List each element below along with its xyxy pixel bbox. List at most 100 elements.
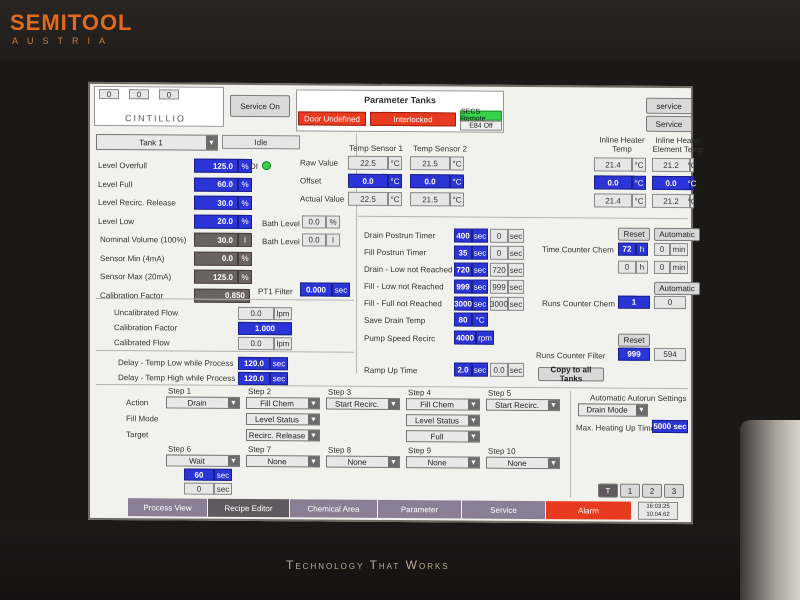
runs-counter-set[interactable]: 1 xyxy=(618,295,650,309)
pager-button[interactable]: T xyxy=(598,483,618,498)
clock-date: 10.04.62 xyxy=(646,511,670,518)
tab-alarm[interactable]: Alarm xyxy=(546,501,632,520)
inline-heater-value: 21.4 xyxy=(594,157,632,172)
level-value[interactable]: 125.0 xyxy=(194,158,238,173)
step-fill-mode-select-value: Level Status xyxy=(254,414,300,424)
runs-filter-set[interactable]: 999 xyxy=(618,347,650,361)
step-row-label-action: Action xyxy=(126,398,149,408)
level-value[interactable]: 30.0 xyxy=(194,195,238,210)
step-action-select[interactable]: None ▼ xyxy=(246,454,320,468)
step-action-select[interactable]: Start Recirc. ▼ xyxy=(486,398,560,412)
temp-sensor-1-value: 22.5 xyxy=(348,191,388,206)
step-action-select[interactable]: Start Recirc. ▼ xyxy=(326,397,400,411)
inline-element-value[interactable]: 0.0 xyxy=(652,175,690,191)
max-heating-value[interactable]: 5000 sec xyxy=(652,419,688,434)
runs-filter-reset-button[interactable]: Reset xyxy=(618,333,650,347)
ramp-up-value[interactable]: 2.0 xyxy=(454,362,472,377)
ramp-up-actual-unit: sec xyxy=(508,362,524,377)
delay-value[interactable]: 120.0 xyxy=(238,356,270,371)
copy-to-all-tanks-button[interactable]: Copy to all Tanks xyxy=(538,365,604,383)
bath-volume-value: 0.0 xyxy=(302,233,326,247)
service-button-2[interactable]: Service xyxy=(646,115,692,133)
tab-recipe-editor[interactable]: Recipe Editor xyxy=(208,498,290,518)
level-value[interactable]: 60.0 xyxy=(194,177,238,192)
flow-value[interactable]: 1.000 xyxy=(238,321,292,336)
chevron-down-icon: ▼ xyxy=(636,404,647,416)
secs-status: SECS Remote xyxy=(460,108,502,123)
service-button-1[interactable]: service xyxy=(646,97,692,115)
step-action-select[interactable]: Drain ▼ xyxy=(166,396,240,409)
hmi-screen: 0 0 0 CINTILLIO Service On Parameter Tan… xyxy=(88,81,704,525)
step-name: Step 9 xyxy=(408,446,432,456)
step-action-select[interactable]: None ▼ xyxy=(406,456,480,469)
timer-set[interactable]: 35 xyxy=(454,245,472,260)
timer-label: Drain Postrun Timer xyxy=(364,230,436,241)
pager-button[interactable]: 2 xyxy=(642,483,662,498)
logo-text: CINTILLIO xyxy=(125,113,187,124)
bath-level-label: Bath Level xyxy=(262,219,300,229)
pt1-filter-value[interactable]: 0.000 xyxy=(300,282,332,297)
temp-sensor-2-value[interactable]: 0.0 xyxy=(410,174,450,189)
temp-sensor-1-value: 22.5 xyxy=(348,155,388,170)
level-value[interactable]: 20.0 xyxy=(194,214,238,229)
level-value[interactable]: 30.0 xyxy=(194,232,238,247)
flow-value: 0.0 xyxy=(238,336,274,351)
level-label: Sensor Min (4mA) xyxy=(100,253,165,263)
temp-sensor-1-value[interactable]: 0.0 xyxy=(348,173,388,188)
logo-digit: 0 xyxy=(159,89,179,100)
time-counter-reset-button[interactable]: Reset xyxy=(618,227,650,241)
runs-filter-actual: 594 xyxy=(654,347,686,362)
step-fill-mode-select-value: Level Status xyxy=(414,415,460,425)
pager-button[interactable]: 1 xyxy=(620,483,640,498)
timer-unit: sec xyxy=(472,262,488,277)
tab-parameter[interactable]: Parameter xyxy=(378,499,462,519)
chevron-down-icon: ▼ xyxy=(308,414,319,425)
clock: 16:03:25 10.04.62 xyxy=(638,501,678,521)
chevron-down-icon: ▼ xyxy=(468,399,479,410)
tab-process-view[interactable]: Process View xyxy=(128,498,208,517)
ramp-up-unit: sec xyxy=(472,362,488,377)
inline-heater-value[interactable]: 0.0 xyxy=(594,175,632,190)
level-value[interactable]: 0.0 xyxy=(194,251,238,266)
timer-set[interactable]: 999 xyxy=(454,279,472,294)
step-action-select[interactable]: Fill Chem ▼ xyxy=(406,398,480,411)
pager-button[interactable]: 3 xyxy=(664,483,684,499)
clock-time: 16:03:25 xyxy=(646,503,670,510)
temp-unit: °C xyxy=(632,175,646,190)
step-fill-mode-select[interactable]: Level Status ▼ xyxy=(406,414,480,427)
timer-set[interactable]: 400 xyxy=(454,228,472,243)
level-value[interactable]: 0.850 xyxy=(194,288,250,303)
timer-set[interactable]: 720 xyxy=(454,262,472,277)
timer-label: Drain - Low not Reached xyxy=(364,264,453,275)
save-drain-value[interactable]: 80 xyxy=(454,312,472,327)
step-name: Step 10 xyxy=(488,446,516,456)
step-name: Step 3 xyxy=(328,387,352,397)
temp-unit: °C xyxy=(632,193,646,208)
time-counter-hours[interactable]: 72 xyxy=(618,242,636,256)
timer-set[interactable]: 3000 xyxy=(454,296,472,311)
step-fill-mode-select[interactable]: Level Status ▼ xyxy=(246,412,320,426)
step-target-select[interactable]: Full ▼ xyxy=(406,430,480,443)
tab-chemical-area[interactable]: Chemical Area xyxy=(290,499,378,518)
level-label: Level Recirc. Release xyxy=(98,197,176,208)
temp-unit: °C xyxy=(388,173,402,189)
delay-value[interactable]: 120.0 xyxy=(238,371,270,386)
autorun-mode-select[interactable]: Drain Mode ▼ xyxy=(578,403,648,417)
time-counter-automatic-button[interactable]: Automatic xyxy=(654,227,700,242)
step-action-select[interactable]: None ▼ xyxy=(326,455,400,469)
step-name: Step 1 xyxy=(168,386,192,396)
step-target-select[interactable]: Recirc. Release ▼ xyxy=(246,428,320,442)
step-action-select[interactable]: None ▼ xyxy=(486,456,560,470)
tab-service[interactable]: Service xyxy=(462,500,546,520)
runs-counter-automatic-button[interactable]: Automatic xyxy=(654,281,700,296)
step-action-select[interactable]: Wait ▼ xyxy=(166,454,240,467)
step-action-select[interactable]: Fill Chem ▼ xyxy=(246,396,320,410)
step-time-1[interactable]: 60 xyxy=(184,468,214,481)
service-on-button[interactable]: Service On xyxy=(230,94,290,118)
level-value[interactable]: 125.0 xyxy=(194,269,238,284)
step-target-select-value: Recirc. Release xyxy=(248,430,306,440)
tank-select[interactable]: Tank 1 ▼ xyxy=(96,133,218,151)
divider xyxy=(570,391,571,498)
pump-speed-value[interactable]: 4000 xyxy=(454,330,476,345)
save-drain-label: Save Drain Temp xyxy=(364,315,426,326)
